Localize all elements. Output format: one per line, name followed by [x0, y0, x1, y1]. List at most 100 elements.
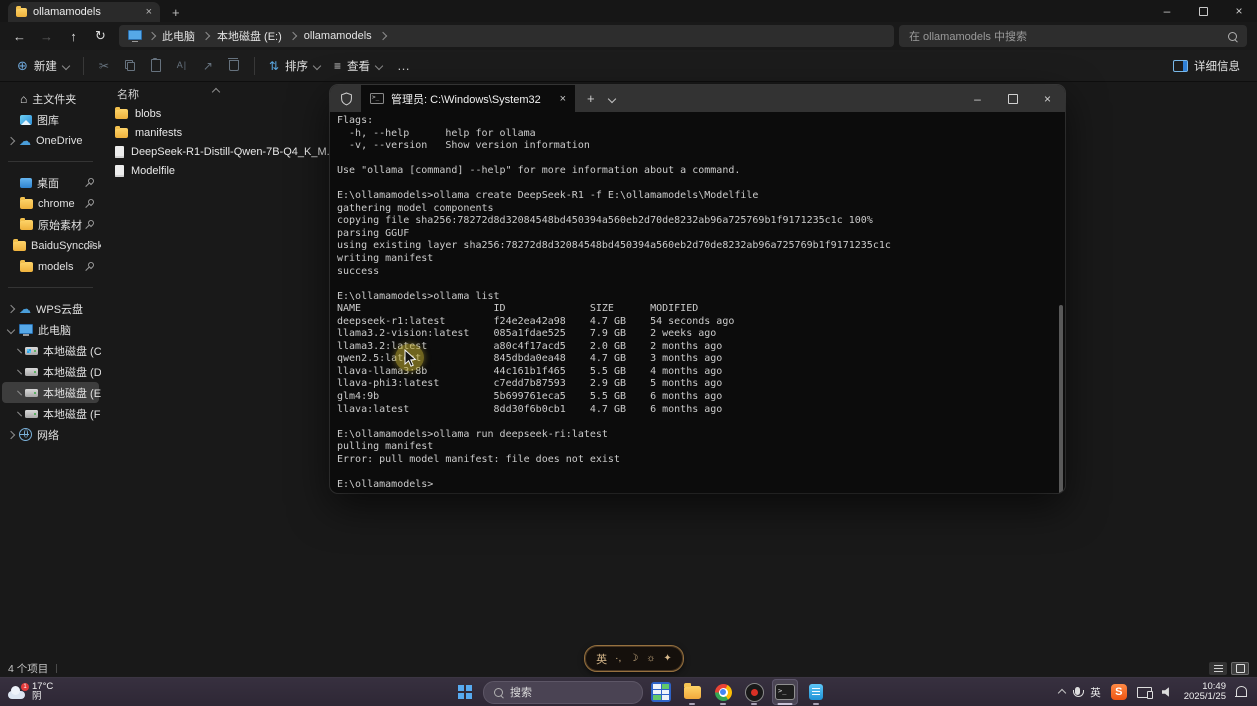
breadcrumb-separator-icon	[289, 32, 297, 40]
sidebar-item-OneDrive[interactable]: ☁OneDrive	[2, 130, 99, 151]
weather-condition: 阴	[32, 691, 42, 702]
chevron-right-icon[interactable]	[17, 390, 22, 395]
desktop-screen: ollamamodels × + – × ← → ↑ ↻ 此电脑本地磁盘 (E:…	[0, 0, 1257, 706]
terminal-icon: >_	[775, 684, 795, 700]
sidebar-item-本地磁盘 (F:)[interactable]: 本地磁盘 (F:)	[2, 403, 99, 424]
new-tab-button[interactable]: +	[172, 6, 180, 19]
taskbar-app-terminal[interactable]: >_	[772, 679, 798, 705]
running-indicator	[720, 703, 726, 705]
details-pane-icon	[1173, 60, 1188, 72]
taskbar-app-notepad[interactable]	[803, 679, 829, 705]
taskbar-app-chrome[interactable]	[710, 679, 736, 705]
restore-button[interactable]	[1185, 0, 1221, 22]
terminal-minimize-button[interactable]: –	[960, 85, 995, 112]
cloud-icon: ☁	[19, 135, 31, 147]
chevron-down-icon[interactable]	[7, 325, 15, 333]
sidebar-item-图库[interactable]: 图库	[2, 109, 99, 130]
more-options-button[interactable]: …	[389, 58, 419, 73]
delete-button[interactable]	[221, 54, 247, 78]
sidebar-item-BaiduSyncdisk[interactable]: BaiduSyncdisk	[2, 235, 99, 256]
close-button[interactable]: ×	[1221, 0, 1257, 22]
cast-display-icon[interactable]	[1137, 687, 1152, 698]
sidebar-item-原始素材[interactable]: 原始素材	[2, 214, 99, 235]
copy-button[interactable]	[117, 54, 143, 78]
paste-button[interactable]	[143, 54, 169, 78]
weather-widget[interactable]: 1 17°C 阴	[0, 682, 218, 702]
terminal-tab-dropdown-button[interactable]	[609, 96, 615, 102]
terminal-title-bar[interactable]: >_ 管理员: C:\Windows\System32 × + – ×	[330, 85, 1065, 112]
microphone-icon[interactable]	[1075, 687, 1080, 695]
explorer-tab[interactable]: ollamamodels ×	[8, 2, 160, 22]
ime-toolbar[interactable]: 英 ·, ☽ ☼ ✦	[584, 645, 684, 672]
back-button[interactable]: ←	[6, 24, 33, 48]
terminal-close-button[interactable]: ×	[1030, 85, 1065, 112]
details-pane-button[interactable]: 详细信息	[1166, 54, 1247, 78]
terminal-tab-close-icon[interactable]: ×	[560, 93, 566, 105]
chevron-right-icon[interactable]	[17, 348, 22, 353]
sidebar-item-label: 本地磁盘 (C:)	[43, 343, 101, 359]
taskbar-clock[interactable]: 10:49 2025/1/25	[1184, 682, 1226, 703]
sort-button[interactable]: ⇅ 排序	[262, 54, 327, 78]
folder-icon	[20, 220, 33, 230]
sidebar-item-label: 原始素材	[38, 217, 82, 233]
taskbar-app-recorder[interactable]	[741, 679, 767, 705]
up-button[interactable]: ↑	[60, 24, 87, 48]
chevron-right-icon[interactable]	[17, 369, 22, 374]
breadcrumb-item[interactable]: 本地磁盘 (E:)	[217, 28, 282, 44]
sidebar-item-桌面[interactable]: 桌面	[2, 172, 99, 193]
refresh-button[interactable]: ↻	[87, 24, 114, 48]
file-name-label: manifests	[135, 127, 182, 139]
chevron-right-icon[interactable]	[7, 304, 15, 312]
sidebar-item-本地磁盘 (E:)[interactable]: 本地磁盘 (E:)	[2, 382, 99, 403]
address-bar[interactable]: 此电脑 本地磁盘 (E:) ollamamodels	[119, 25, 894, 47]
chevron-right-icon[interactable]	[17, 411, 22, 416]
tab-close-icon[interactable]: ×	[146, 7, 152, 18]
terminal-body[interactable]: Flags: -h, --help help for ollama -v, --…	[330, 112, 1065, 493]
ime-night-mode-icon[interactable]: ☽	[629, 654, 638, 664]
sidebar-item-chrome[interactable]: chrome	[2, 193, 99, 214]
minimize-button[interactable]: –	[1149, 0, 1185, 22]
windows-drive-icon	[25, 347, 38, 355]
breadcrumb-item[interactable]: 此电脑	[162, 28, 195, 44]
ime-settings-gear-icon[interactable]: ☼	[646, 654, 655, 664]
ime-skin-icon[interactable]: ✦	[663, 654, 671, 664]
taskbar-app-grid[interactable]	[648, 679, 674, 705]
forward-button[interactable]: →	[33, 24, 60, 48]
chevron-right-icon[interactable]	[7, 136, 15, 144]
sidebar-item-本地磁盘 (C:)[interactable]: 本地磁盘 (C:)	[2, 340, 99, 361]
share-button[interactable]: ↗	[195, 54, 221, 78]
cut-button[interactable]: ✂	[91, 54, 117, 78]
large-icons-view-button[interactable]	[1231, 662, 1249, 675]
new-button[interactable]: ⊕ 新建	[10, 54, 76, 78]
sidebar-item-WPS云盘[interactable]: ☁WPS云盘	[2, 298, 99, 319]
notifications-bell-icon[interactable]	[1236, 686, 1247, 696]
speaker-icon[interactable]	[1162, 687, 1174, 697]
terminal-scrollbar[interactable]	[1059, 305, 1063, 493]
hidden-icons-button[interactable]	[1059, 683, 1065, 701]
terminal-new-tab-button[interactable]: +	[587, 92, 595, 105]
home-icon: ⌂	[20, 93, 27, 105]
ime-indicator[interactable]: 英	[1090, 685, 1101, 700]
ime-punctuation-icon[interactable]: ·,	[615, 654, 621, 664]
rename-button[interactable]: A|	[169, 54, 195, 78]
taskbar-search[interactable]: 搜索	[483, 681, 643, 704]
details-view-button[interactable]	[1209, 662, 1227, 675]
search-box[interactable]: 在 ollamamodels 中搜索	[899, 25, 1247, 47]
start-button[interactable]	[452, 679, 478, 705]
sidebar-item-本地磁盘 (D:)[interactable]: 本地磁盘 (D:)	[2, 361, 99, 382]
sidebar-item-models[interactable]: models	[2, 256, 99, 277]
clock-date: 2025/1/25	[1184, 691, 1226, 702]
sidebar-item-此电脑[interactable]: 此电脑	[2, 319, 99, 340]
sidebar-item-网络[interactable]: 网络	[2, 424, 99, 445]
terminal-output: Flags: -h, --help help for ollama -v, --…	[330, 112, 1065, 491]
computer-icon	[19, 324, 33, 334]
sidebar-item-主文件夹[interactable]: ⌂主文件夹	[2, 88, 99, 109]
chevron-right-icon[interactable]	[7, 430, 15, 438]
taskbar-app-file-explorer[interactable]	[679, 679, 705, 705]
breadcrumb-item[interactable]: ollamamodels	[304, 30, 372, 42]
view-button[interactable]: ≡ 查看	[327, 54, 389, 78]
terminal-maximize-button[interactable]	[995, 85, 1030, 112]
terminal-tab[interactable]: >_ 管理员: C:\Windows\System32 ×	[361, 85, 575, 112]
ime-mode-english[interactable]: 英	[596, 651, 607, 667]
sogou-input-icon[interactable]: S	[1111, 684, 1127, 700]
